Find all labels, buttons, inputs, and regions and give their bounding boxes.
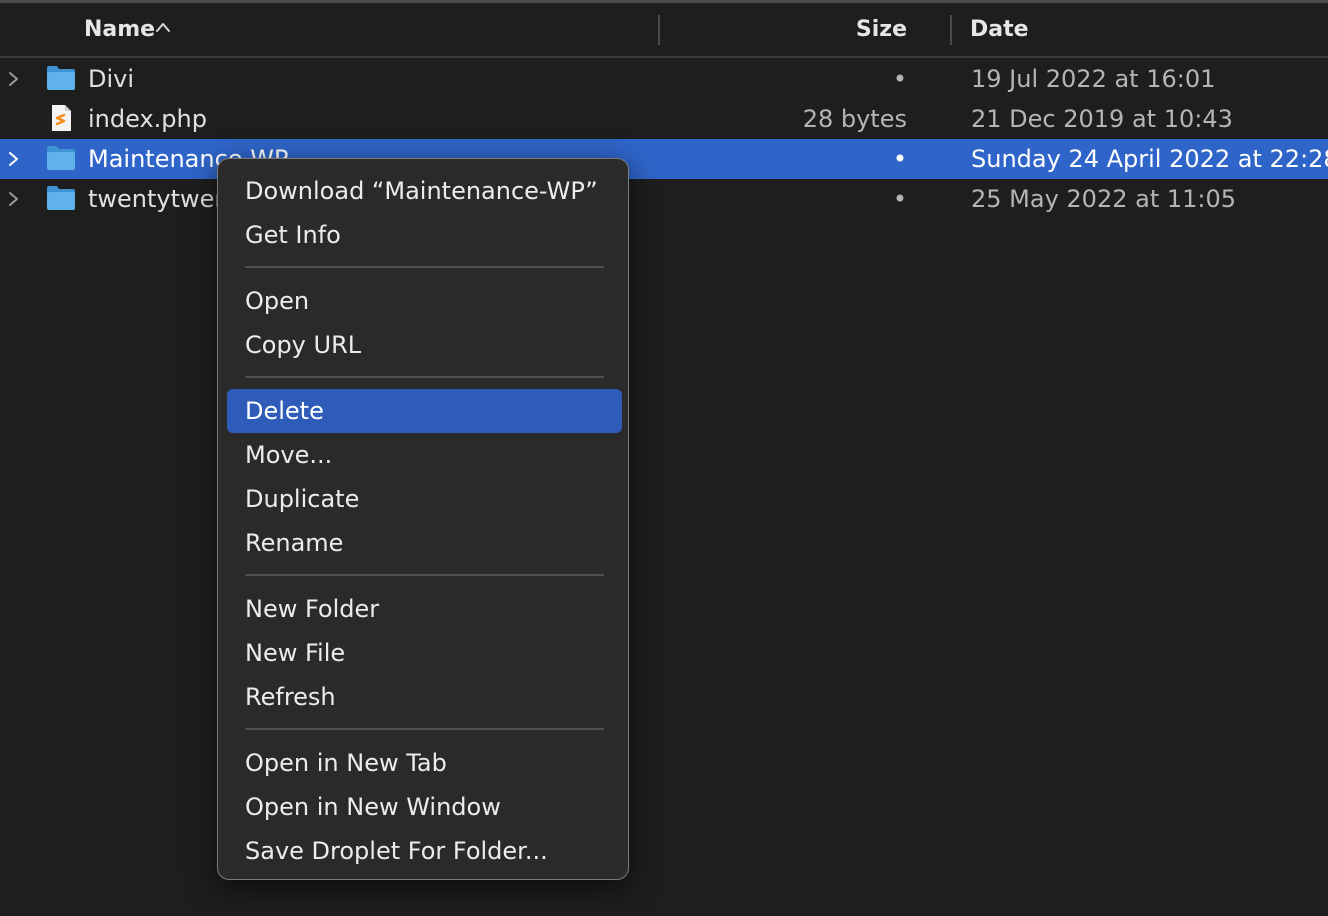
- file-size: •: [892, 145, 907, 173]
- file-row[interactable]: Divi • 19 Jul 2022 at 16:01: [0, 59, 1328, 99]
- menu-item-open-new-window[interactable]: Open in New Window: [227, 785, 622, 829]
- column-divider[interactable]: [950, 15, 952, 45]
- menu-item-label: Copy URL: [245, 331, 362, 359]
- file-row[interactable]: twentytwentytwo • 25 May 2022 at 11:05: [0, 179, 1328, 219]
- file-date: 19 Jul 2022 at 16:01: [971, 65, 1216, 93]
- menu-separator: [245, 376, 604, 378]
- menu-item-move[interactable]: Move...: [227, 433, 622, 477]
- menu-separator: [245, 574, 604, 576]
- file-browser-window: Name Size Date Divi • 19 Jul 2022 at 16:…: [0, 0, 1328, 916]
- file-date: 21 Dec 2019 at 10:43: [971, 105, 1233, 133]
- menu-item-delete[interactable]: Delete: [227, 389, 622, 433]
- menu-item-new-folder[interactable]: New Folder: [227, 587, 622, 631]
- menu-item-rename[interactable]: Rename: [227, 521, 622, 565]
- menu-item-label: Move...: [245, 441, 333, 469]
- file-size: •: [892, 185, 907, 213]
- file-date: 25 May 2022 at 11:05: [971, 185, 1237, 213]
- chevron-right-icon[interactable]: [6, 70, 20, 88]
- file-name: Divi: [88, 65, 135, 93]
- folder-icon: [47, 146, 75, 170]
- menu-item-open[interactable]: Open: [227, 279, 622, 323]
- menu-item-label: New File: [245, 639, 346, 667]
- chevron-right-icon[interactable]: [6, 150, 20, 168]
- menu-item-label: Save Droplet For Folder...: [245, 837, 548, 865]
- menu-item-duplicate[interactable]: Duplicate: [227, 477, 622, 521]
- column-header-bar: Name Size Date: [0, 3, 1328, 58]
- menu-item-label: Delete: [245, 397, 324, 425]
- menu-item-get-info[interactable]: Get Info: [227, 213, 622, 257]
- file-size: 28 bytes: [802, 105, 907, 133]
- menu-item-save-droplet[interactable]: Save Droplet For Folder...: [227, 829, 622, 873]
- menu-item-label: Duplicate: [245, 485, 360, 513]
- menu-item-label: Open: [245, 287, 310, 315]
- column-header-date[interactable]: Date: [970, 17, 1029, 42]
- file-name: index.php: [88, 105, 207, 133]
- file-row[interactable]: index.php 28 bytes 21 Dec 2019 at 10:43: [0, 99, 1328, 139]
- menu-item-label: New Folder: [245, 595, 380, 623]
- menu-item-open-new-tab[interactable]: Open in New Tab: [227, 741, 622, 785]
- menu-item-label: Refresh: [245, 683, 336, 711]
- folder-icon: [47, 66, 75, 90]
- chevron-up-icon[interactable]: [154, 21, 172, 33]
- menu-item-label: Download “Maintenance-WP”: [245, 177, 598, 205]
- file-date: Sunday 24 April 2022 at 22:28: [971, 145, 1328, 173]
- column-header-name[interactable]: Name: [84, 17, 155, 42]
- menu-separator: [245, 266, 604, 268]
- menu-item-download[interactable]: Download “Maintenance-WP”: [227, 169, 622, 213]
- menu-item-label: Open in New Window: [245, 793, 501, 821]
- menu-separator: [245, 728, 604, 730]
- column-divider[interactable]: [658, 15, 660, 45]
- menu-item-label: Get Info: [245, 221, 341, 249]
- file-list: Divi • 19 Jul 2022 at 16:01 index.php 28…: [0, 59, 1328, 219]
- chevron-right-icon[interactable]: [6, 190, 20, 208]
- menu-item-refresh[interactable]: Refresh: [227, 675, 622, 719]
- column-header-size[interactable]: Size: [856, 17, 907, 42]
- menu-item-copy-url[interactable]: Copy URL: [227, 323, 622, 367]
- php-file-icon: [52, 105, 71, 131]
- file-size: •: [892, 65, 907, 93]
- context-menu: Download “Maintenance-WP” Get Info Open …: [217, 158, 629, 880]
- menu-item-label: Rename: [245, 529, 344, 557]
- folder-icon: [47, 186, 75, 210]
- menu-item-new-file[interactable]: New File: [227, 631, 622, 675]
- menu-item-label: Open in New Tab: [245, 749, 447, 777]
- file-row-selected[interactable]: Maintenance-WP • Sunday 24 April 2022 at…: [0, 139, 1328, 179]
